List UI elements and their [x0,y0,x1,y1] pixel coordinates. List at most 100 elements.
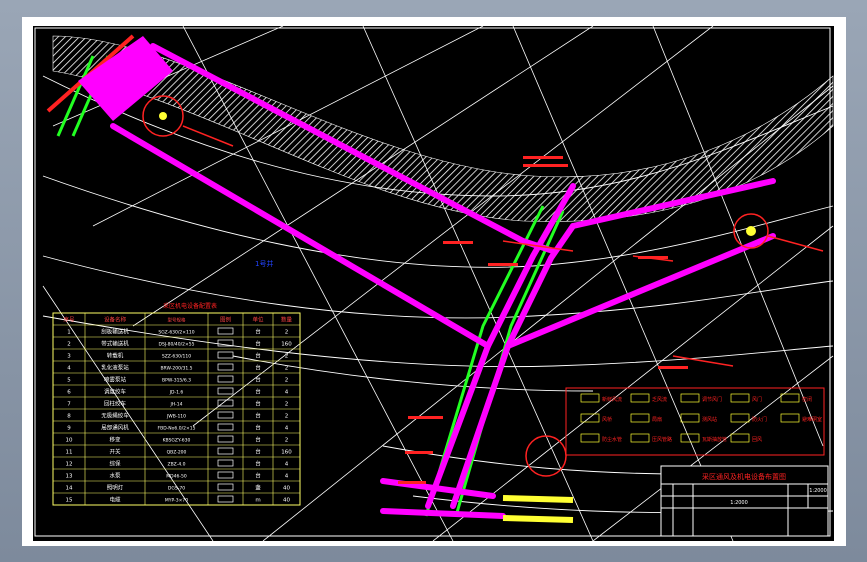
table-cell: 台 [255,472,261,480]
legend-symbol-icon [630,393,650,403]
table-cell: DGS-70 [168,486,185,492]
table-cell: JD-1.6 [169,390,184,396]
table-cell: 6 [67,390,71,396]
table-cell: 照明灯 [107,484,124,492]
table-cell: 无极绳绞车 [101,412,129,420]
legend-symbol-icon [217,471,234,479]
table-header-cell: 数量 [281,316,293,324]
table-cell: 4 [285,390,289,396]
title-block-scale: 1:2000 [809,488,827,494]
table-cell: 7 [67,402,71,408]
table-cell: 40 [283,486,290,492]
legend-symbol-icon [730,433,750,443]
equipment-marker-icon [746,226,756,236]
table-cell: 2 [285,414,289,420]
legend-symbol-icon [217,411,234,419]
legend-symbol-icon [780,393,800,403]
legend-label: 回风 [752,437,762,443]
table-cell: 4 [285,474,289,480]
legend-label: 风桥 [602,416,612,423]
legend-label: 局扇 [652,416,662,423]
legend-label: 新鲜风流 [602,396,622,403]
legend-label: 防尘水管 [602,436,622,443]
legend-symbol-icon [217,351,234,359]
table-cell: 台 [255,364,261,372]
table-cell: 3 [67,354,71,360]
table-cell: 11 [66,450,73,456]
table-cell: 台 [255,328,261,336]
table-cell: m [255,498,260,504]
title-block-title: 采区通风及机电设备布置图 [702,472,786,481]
legend-symbol-icon [217,483,234,491]
legend-label: 避难硐室 [802,416,822,423]
table-cell: 台 [255,436,261,444]
table-cell: QBZ-200 [167,450,187,456]
table-header-cell: 图例 [220,316,232,324]
table-cell: MYP-3×70 [165,498,188,504]
table-cell: 2 [285,438,289,444]
table-cell: 14 [66,486,73,492]
legend-symbol-icon [680,393,700,403]
table-cell: 12 [66,462,73,468]
legend-symbol-icon [217,495,234,503]
cad-svg: 1号井 采区机电设备配置表 序号 设备名称 型号规格 图例 单位 数量 1 刮板输送机 SGZ-… [34,26,834,541]
table-header-cell: 序号 [63,316,75,324]
legend-symbol-icon [780,413,800,423]
legend-symbol-icon [580,413,600,423]
table-cell: BRW-200/31.5 [160,366,192,372]
table-cell: 9 [67,426,71,432]
legend-symbol-icon [580,433,600,443]
table-cell: JWB-110 [166,414,186,420]
table-cell: SGZ-630/2×110 [158,330,194,336]
table-cell: 40 [283,498,290,504]
legend-symbol-icon [217,375,234,383]
table-cell: 水泵 [109,472,121,480]
table-cell: 4 [285,462,289,468]
table-cell: 台 [255,352,261,360]
table-cell: 刮板输送机 [101,328,129,336]
table-cell: ZBZ-4.0 [168,462,186,468]
table-cell: 盏 [255,484,261,492]
table-cell: 10 [66,438,73,444]
table-cell: 开关 [109,448,121,456]
table-cell: 台 [255,460,261,468]
table-cell: 转载机 [107,352,124,360]
table-cell: 带式输送机 [101,340,129,348]
legend-label: 调节风门 [702,396,722,403]
grid-lines [42,26,834,541]
table-cell: 台 [255,412,261,420]
legend-label: 压风管路 [652,436,672,443]
legend-symbol-icon [730,393,750,403]
legend-items: 新鲜风流 乏风流 调节风门 风门 密闭风桥 局扇 测风站 防火门 避难硐室防尘水管 压风管路 瓦斯抽… [580,393,822,443]
legend-symbol-icon [217,435,234,443]
legend-symbol-icon [630,433,650,443]
table-cell: 综保 [109,460,121,468]
table-cell: 2 [285,402,289,408]
inner-border [34,27,831,537]
table-cell: 喷雾泵站 [104,376,127,384]
table-cell: KBSGZY-630 [163,438,191,444]
table-cell: SZZ-630/110 [162,354,191,360]
table-header-cell: 设备名称 [104,316,127,324]
table-header-cell: 型号规格 [168,317,186,324]
table-cell: 8 [67,414,71,420]
legend-symbol-icon [630,413,650,423]
table-cell: 台 [255,448,261,456]
legend-label: 风门 [752,396,762,403]
equipment-table-title: 采区机电设备配置表 [163,302,217,310]
table-cell: 回柱绞车 [104,400,127,408]
table-cell: 台 [255,424,261,432]
table-cell: 2 [285,330,289,336]
table-cell: 4 [285,426,289,432]
table-cell: 移变 [109,436,121,444]
legend-symbol-icon [580,393,600,403]
yellow-segments [502,495,574,523]
table-cell: 乳化液泵站 [101,364,129,372]
legend-symbol-icon [217,327,234,335]
table-cell: 160 [281,450,292,456]
cad-drawing-canvas[interactable]: 1号井 采区机电设备配置表 序号 设备名称 型号规格 图例 单位 数量 1 刮板输送机 SGZ-… [33,26,834,541]
legend-symbol-icon [217,423,234,431]
legend-symbol-icon [730,413,750,423]
table-cell: MD46-50 [166,474,187,480]
legend-symbol-icon [217,459,234,467]
